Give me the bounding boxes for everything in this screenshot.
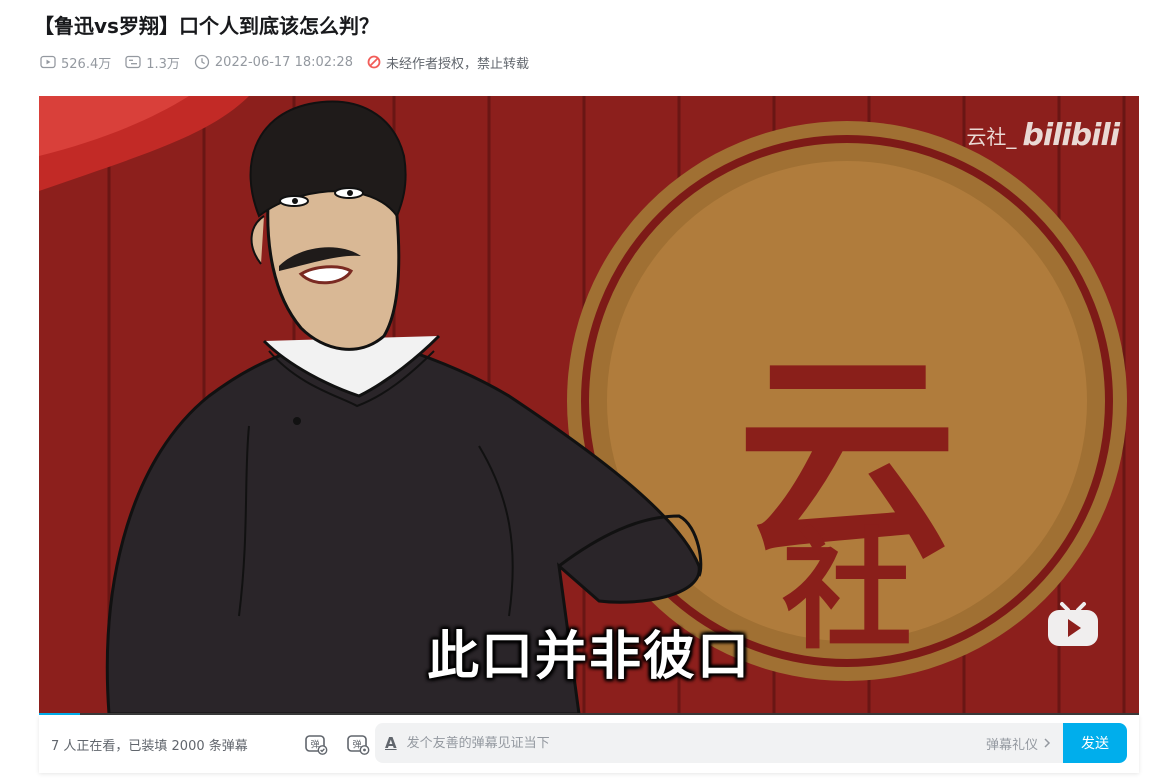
- play-count-icon: [40, 55, 56, 69]
- danmaku-toggle-button[interactable]: 弹: [303, 731, 329, 757]
- watermark-logo: bilibili: [1022, 118, 1120, 153]
- danmaku-bar: 7 人正在看，已装填 2000 条弹幕 弹 弹 A 弹幕礼仪 发送: [39, 715, 1139, 773]
- danmaku-input[interactable]: [406, 735, 986, 751]
- video-subtitle: 此口并非彼口: [426, 627, 751, 687]
- danmaku-style-icon[interactable]: A: [385, 734, 397, 752]
- publish-time-value: 2022-06-17 18:02:28: [214, 54, 353, 70]
- danmaku-count-value: 1.3万: [146, 56, 180, 72]
- send-danmaku-button[interactable]: 发送: [1063, 723, 1127, 763]
- danmaku-toggle-icon: 弹: [305, 735, 328, 755]
- chevron-right-icon: [1044, 738, 1051, 748]
- bilibili-tv-icon[interactable]: [1045, 596, 1101, 652]
- view-count: 526.4万: [40, 53, 111, 72]
- video-player[interactable]: 云 社 云社_ bilibili 此口并非彼口: [39, 96, 1139, 714]
- forbidden-icon: [367, 55, 381, 69]
- video-title: 【鲁迅vs罗翔】口个人到底该怎么判？: [34, 14, 379, 38]
- danmaku-etiquette-label: 弹幕礼仪: [985, 737, 1038, 753]
- copyright-notice-text: 未经作者授权，禁止转载: [385, 56, 529, 72]
- danmaku-count-icon: [125, 55, 141, 69]
- view-count-value: 526.4万: [61, 56, 112, 72]
- publish-time: 2022-06-17 18:02:28: [194, 54, 353, 70]
- danmaku-count: 1.3万: [125, 53, 180, 72]
- watermark-uploader: 云社_: [966, 125, 1017, 149]
- danmaku-input-wrap: A 弹幕礼仪: [375, 723, 1063, 763]
- danmaku-etiquette-link[interactable]: 弹幕礼仪: [986, 734, 1053, 753]
- danmaku-settings-button[interactable]: 弹: [345, 731, 371, 757]
- danmaku-settings-icon: 弹: [347, 735, 370, 755]
- viewer-count: 7 人正在看，已装填 2000 条弹幕: [51, 738, 248, 754]
- copyright-notice: 未经作者授权，禁止转载: [367, 53, 529, 72]
- video-meta: 526.4万 1.3万 2022-06-17 18:02:28 未经作者授权，禁…: [40, 52, 543, 72]
- watermark: 云社_ bilibili: [966, 118, 1120, 153]
- clock-icon: [194, 54, 210, 70]
